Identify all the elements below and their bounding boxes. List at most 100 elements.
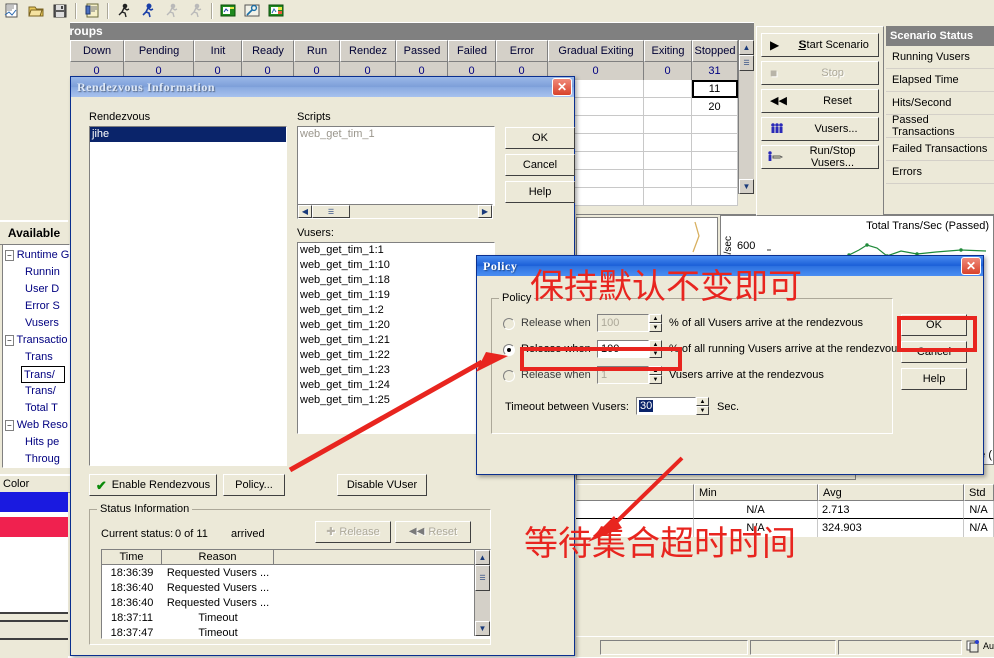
policy-ok-button[interactable]: OK bbox=[901, 314, 967, 336]
column-header-std[interactable]: Std bbox=[964, 484, 994, 501]
percent-all-vusers-spinner[interactable]: ▲ ▼ bbox=[649, 314, 662, 332]
run-stop-vusers-button[interactable]: Run/Stop Vusers... bbox=[761, 145, 879, 169]
tree-node-vusers[interactable]: Vusers bbox=[3, 315, 69, 332]
policy-dialog[interactable]: Policy ✕ Policy Release when 100 ▲ ▼ % o… bbox=[476, 255, 984, 475]
table-row[interactable]: N/A 2.713 N/A bbox=[576, 501, 994, 519]
spinner-up-icon[interactable]: ▲ bbox=[649, 340, 662, 349]
start-scenario-icon[interactable] bbox=[112, 1, 136, 21]
scrollbar-thumb[interactable]: ☰ bbox=[739, 55, 754, 71]
tree-node-runtime-graphs[interactable]: − Runtime G bbox=[3, 247, 69, 264]
tree-node-error-stats[interactable]: Error S bbox=[3, 298, 69, 315]
tree-node-trans-response[interactable]: Trans bbox=[3, 349, 69, 366]
percent-running-vusers-spinner[interactable]: ▲ ▼ bbox=[649, 340, 662, 358]
enable-rendezvous-button[interactable]: ✔ Enable Rendezvous bbox=[89, 474, 217, 496]
list-item[interactable]: jihe bbox=[90, 127, 286, 142]
column-header-run[interactable]: Run bbox=[294, 40, 340, 62]
auto-collate-indicator[interactable]: Au bbox=[966, 639, 994, 653]
column-header-gradual-exiting[interactable]: Gradual Exiting bbox=[548, 40, 644, 62]
column-header-failed[interactable]: Failed bbox=[448, 40, 496, 62]
start-scenario-button[interactable]: ▶ SStart Scenario bbox=[761, 33, 879, 57]
save-scenario-icon[interactable] bbox=[48, 1, 72, 21]
spinner-down-icon[interactable]: ▼ bbox=[696, 406, 709, 415]
close-icon[interactable]: ✕ bbox=[961, 257, 981, 275]
scrollbar-thumb[interactable]: ☰ bbox=[312, 205, 350, 218]
list-item[interactable]: web_get_tim_1:20 bbox=[298, 318, 494, 333]
column-header-avg[interactable]: Avg bbox=[818, 484, 964, 501]
scroll-down-icon[interactable]: ▼ bbox=[739, 179, 754, 194]
scenario-groups-scrollbar[interactable]: ▲ ☰ ▼ bbox=[738, 40, 754, 194]
column-header-min[interactable]: Min bbox=[694, 484, 818, 501]
tree-node-transactions[interactable]: − Transactio bbox=[3, 332, 69, 349]
run-vuser-icon[interactable] bbox=[136, 1, 160, 21]
list-item[interactable]: web_get_tim_1:25 bbox=[298, 393, 494, 408]
timeout-input[interactable]: 30 bbox=[636, 397, 696, 415]
rendezvous-list[interactable]: jihe bbox=[89, 126, 287, 466]
reset-vuser-icon[interactable] bbox=[184, 1, 208, 21]
reset-button[interactable]: ◀◀ Reset bbox=[761, 89, 879, 113]
scripts-hscrollbar[interactable]: ◀ ☰ ▶ bbox=[297, 204, 493, 219]
tree-node-trans-per-sec-selected[interactable]: Trans/ bbox=[21, 366, 65, 383]
column-header-error[interactable]: Error bbox=[496, 40, 548, 62]
release-count-input[interactable]: 1 bbox=[597, 366, 649, 384]
column-header-exiting[interactable]: Exiting bbox=[644, 40, 692, 62]
expander-icon[interactable]: − bbox=[5, 335, 14, 346]
scroll-up-icon[interactable]: ▲ bbox=[475, 550, 490, 565]
legend-swatch[interactable] bbox=[0, 492, 68, 512]
legend-swatch[interactable] bbox=[0, 517, 68, 537]
open-scenario-icon[interactable] bbox=[24, 1, 48, 21]
policy-button[interactable]: Policy... bbox=[223, 474, 285, 496]
percent-running-vusers-input[interactable]: 100 bbox=[597, 340, 649, 358]
status-information-table[interactable]: Time Reason 18:36:39 Requested Vusers ...… bbox=[101, 549, 491, 639]
reset-button-status[interactable]: ◀◀ Reset bbox=[395, 521, 471, 543]
spinner-down-icon[interactable]: ▼ bbox=[649, 349, 662, 358]
column-header-stopped[interactable]: Stopped bbox=[692, 40, 738, 62]
list-item[interactable]: web_get_tim_1:23 bbox=[298, 363, 494, 378]
expander-icon[interactable]: − bbox=[5, 420, 14, 431]
timeout-spinner[interactable]: ▲ ▼ bbox=[696, 397, 709, 415]
run-view-icon[interactable] bbox=[264, 1, 288, 21]
table-row[interactable]: 18:37:11 Timeout bbox=[102, 610, 474, 625]
spinner-up-icon[interactable]: ▲ bbox=[649, 314, 662, 323]
legend-swatch-list[interactable] bbox=[0, 492, 68, 614]
status-table-scrollbar[interactable]: ▲ ☰ ▼ bbox=[474, 550, 490, 636]
list-item[interactable]: web_get_tim_1:2 bbox=[298, 303, 494, 318]
ok-button[interactable]: OK bbox=[505, 127, 575, 149]
column-header-pending[interactable]: Pending bbox=[124, 40, 194, 62]
tools-icon[interactable] bbox=[240, 1, 264, 21]
new-scenario-icon[interactable] bbox=[0, 1, 24, 21]
table-row[interactable]: 18:37:47 Timeout bbox=[102, 625, 474, 639]
disable-vuser-button[interactable]: Disable VUser bbox=[337, 474, 427, 496]
policy-cancel-button[interactable]: Cancel bbox=[901, 341, 967, 363]
spinner-up-icon[interactable]: ▲ bbox=[696, 397, 709, 406]
policy-help-button[interactable]: Help bbox=[901, 368, 967, 390]
table-row[interactable]: 18:36:40 Requested Vusers ... bbox=[102, 595, 474, 610]
release-button[interactable]: ✚ Release bbox=[315, 521, 391, 543]
tree-node-web-resources[interactable]: − Web Reso bbox=[3, 417, 69, 434]
list-item[interactable]: web_get_tim_1:22 bbox=[298, 348, 494, 363]
column-header-time[interactable]: Time bbox=[102, 550, 162, 565]
table-row[interactable]: 18:36:39 Requested Vusers ... bbox=[102, 565, 474, 580]
list-item[interactable]: web_get_tim_1:21 bbox=[298, 333, 494, 348]
radio-release-percent-all[interactable] bbox=[503, 318, 515, 330]
list-item[interactable]: web_get_tim_1:19 bbox=[298, 288, 494, 303]
available-graphs-tree[interactable]: − Runtime G Runnin User D Error S Vusers… bbox=[2, 244, 70, 468]
vusers-button[interactable]: Vusers... bbox=[761, 117, 879, 141]
scripts-list[interactable]: web_get_tim_1 bbox=[297, 126, 495, 206]
column-header-passed[interactable]: Passed bbox=[396, 40, 448, 62]
table-row[interactable]: N/A 324.903 N/A bbox=[576, 519, 994, 537]
spinner-down-icon[interactable]: ▼ bbox=[649, 323, 662, 332]
cell-stopped[interactable]: 11 bbox=[692, 80, 738, 98]
column-header-init[interactable]: Init bbox=[194, 40, 242, 62]
vusers-list[interactable]: web_get_tim_1:1 web_get_tim_1:10 web_get… bbox=[297, 242, 495, 434]
tree-node-running-vusers[interactable]: Runnin bbox=[3, 264, 69, 281]
tree-node-user-defined[interactable]: User D bbox=[3, 281, 69, 298]
stop-vuser-icon[interactable] bbox=[160, 1, 184, 21]
policy-dialog-titlebar[interactable]: Policy ✕ bbox=[477, 256, 983, 276]
list-item[interactable]: web_get_tim_1:10 bbox=[298, 258, 494, 273]
release-count-spinner[interactable]: ▲ ▼ bbox=[649, 366, 662, 384]
spinner-up-icon[interactable]: ▲ bbox=[649, 366, 662, 375]
column-header-measurement[interactable] bbox=[576, 484, 694, 501]
scroll-left-icon[interactable]: ◀ bbox=[298, 205, 312, 218]
tree-node-trans-per-sec-failed[interactable]: Trans/ bbox=[3, 383, 69, 400]
list-item[interactable]: web_get_tim_1 bbox=[298, 127, 494, 142]
